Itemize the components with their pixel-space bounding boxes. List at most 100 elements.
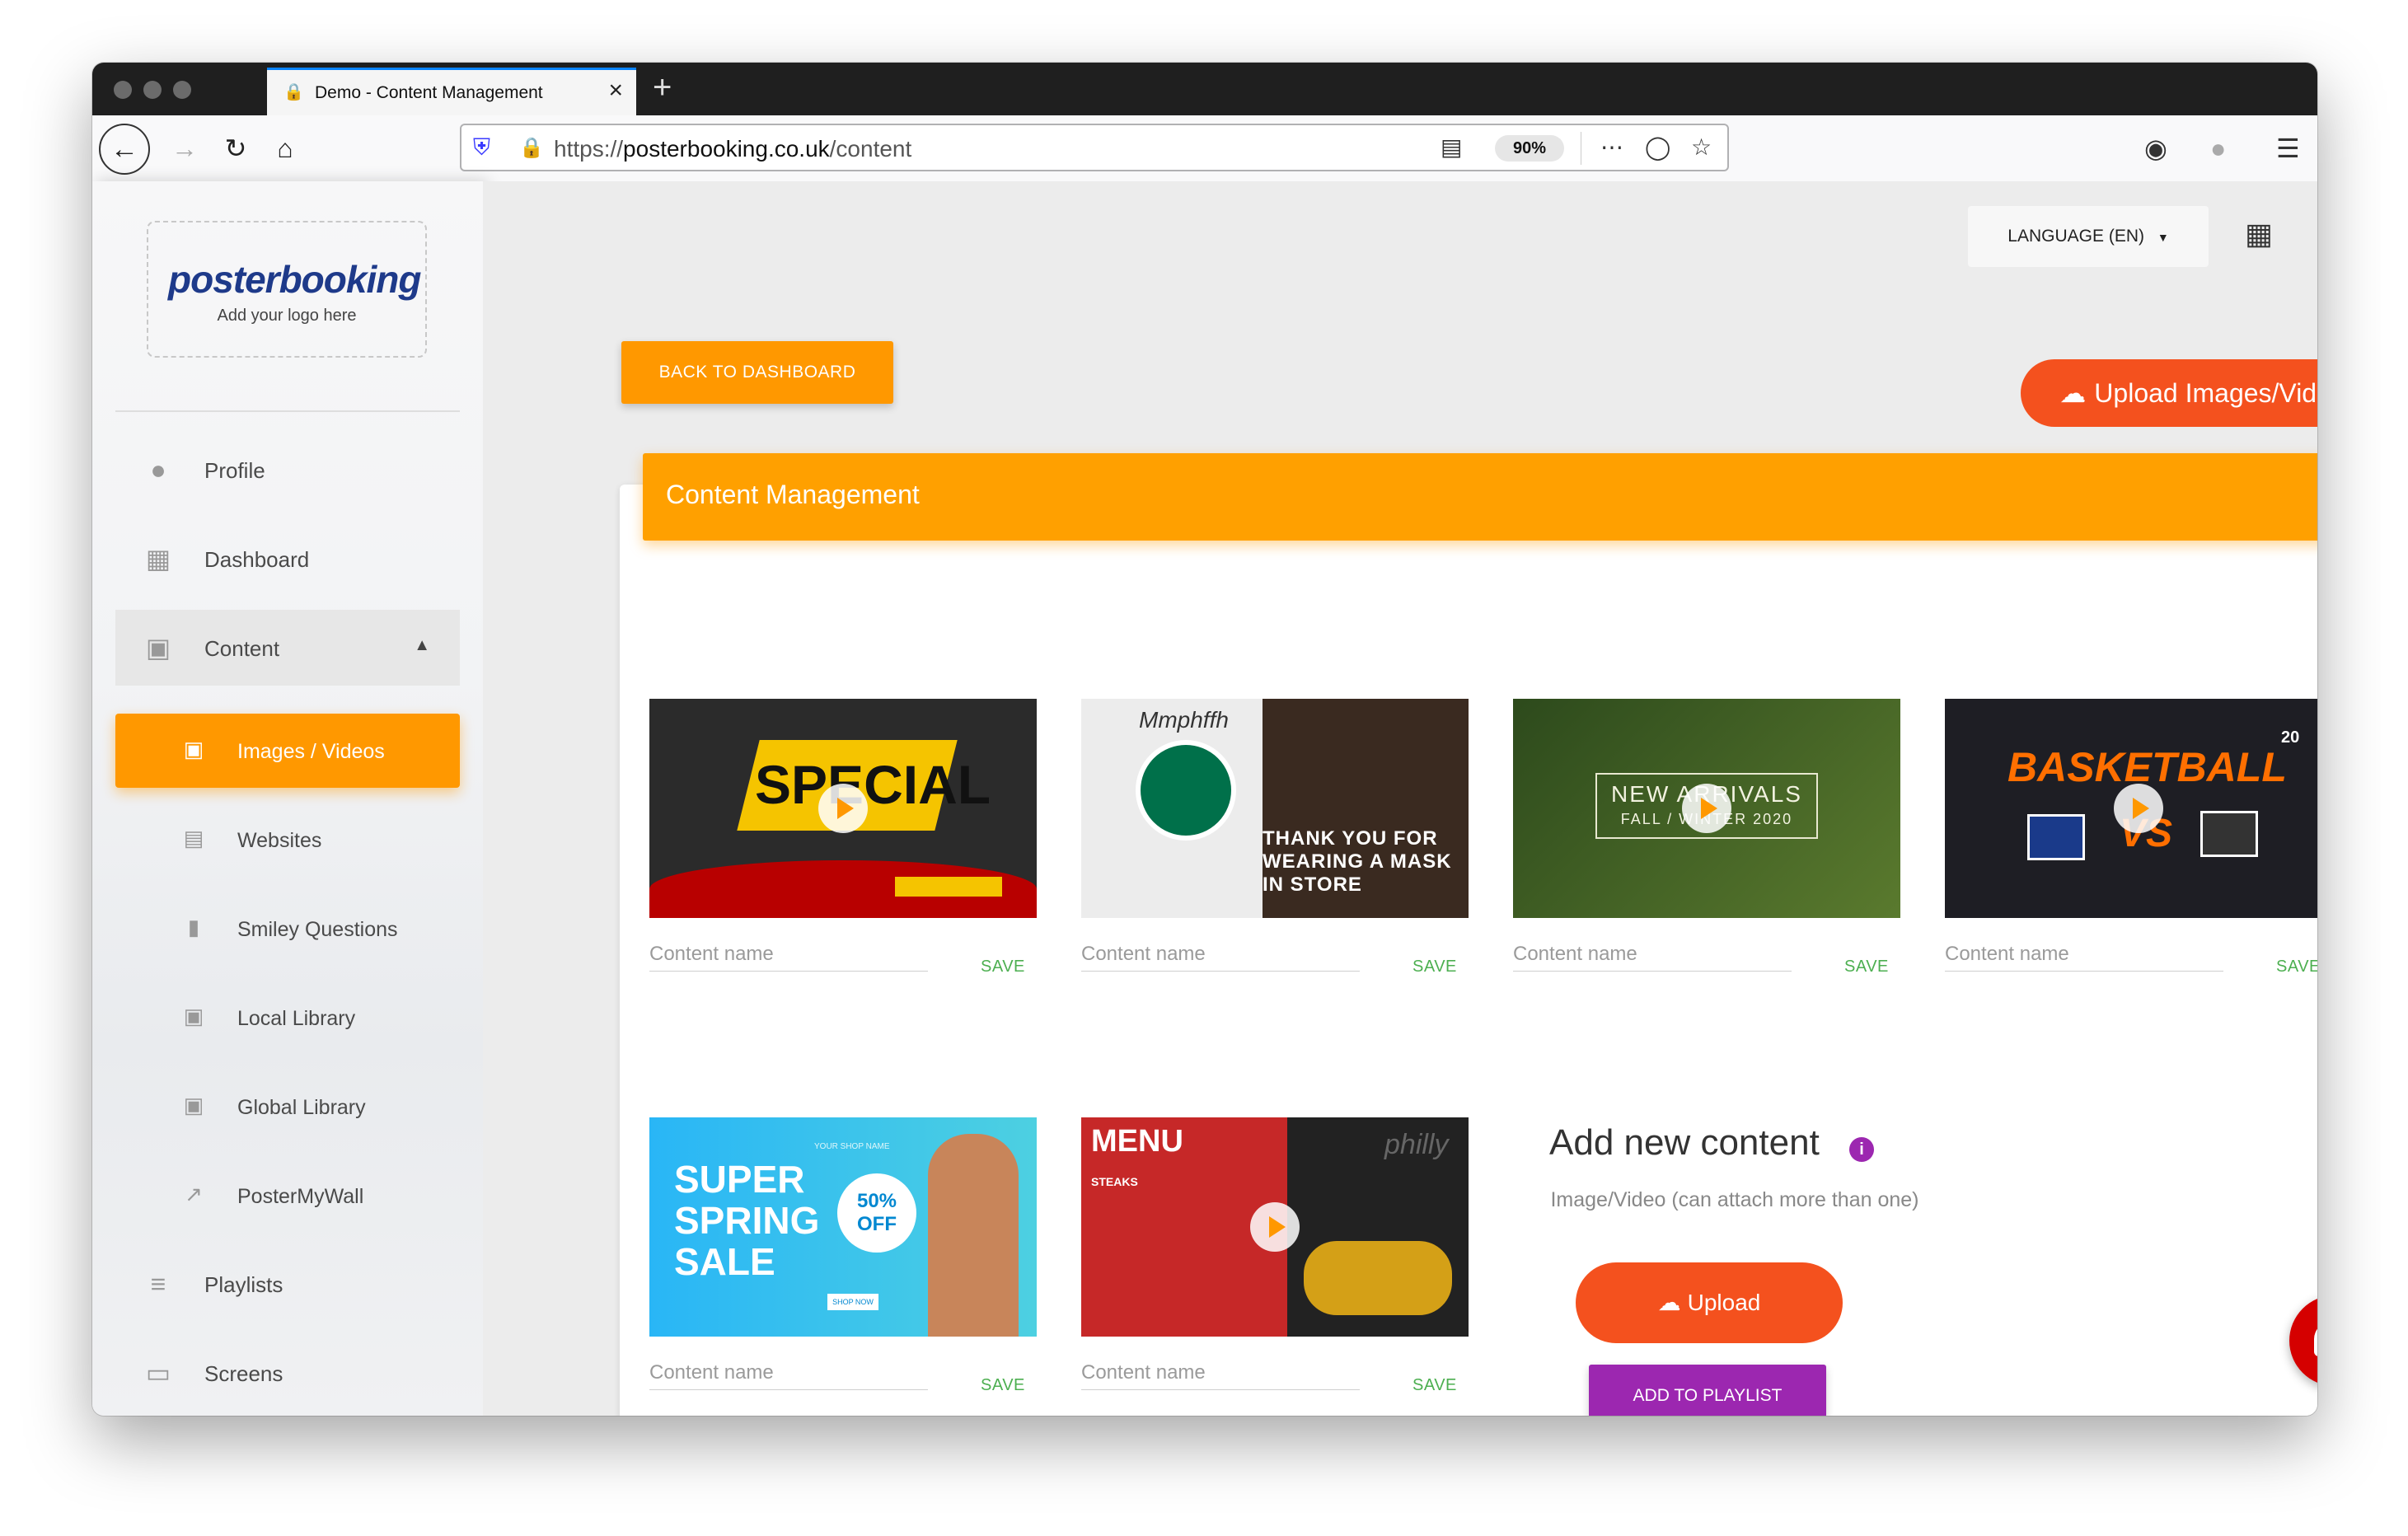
sidebar-item-label: Websites <box>237 829 322 852</box>
sidebar-item-playlists[interactable]: ≡ Playlists <box>115 1246 460 1322</box>
thumb-text: 20 <box>2281 728 2300 747</box>
play-icon[interactable] <box>1250 1202 1300 1252</box>
thumb-text: THANK YOU FOR WEARING A MASK IN STORE <box>1263 827 1452 896</box>
content-name-input[interactable] <box>1945 938 2223 972</box>
zoom-level[interactable]: 90% <box>1495 135 1564 162</box>
save-button[interactable]: SAVE <box>981 958 1025 976</box>
upload-label: Upload <box>1687 1290 1761 1315</box>
home-button[interactable]: ⌂ <box>267 130 303 166</box>
sidebar-item-websites[interactable]: ▤ Websites <box>115 803 460 877</box>
more-icon[interactable]: ⋯ <box>1600 135 1623 160</box>
sidebar-item-label: Smiley Questions <box>237 918 398 941</box>
sidebar-item-label: Screens <box>204 1361 283 1386</box>
back-to-dashboard-button[interactable]: BACK TO DASHBOARD <box>621 341 893 404</box>
play-icon[interactable] <box>818 784 868 833</box>
lock-icon[interactable]: 🔒 <box>519 137 544 160</box>
content-name-input[interactable] <box>1081 1356 1360 1390</box>
save-button[interactable]: SAVE <box>1844 958 1889 976</box>
arrow-right-icon: → <box>171 133 198 163</box>
maximize-window-button[interactable] <box>173 81 191 99</box>
content-thumbnail-new-arrivals[interactable]: NEW ARRIVALS FALL / WINTER 2020 <box>1513 699 1900 918</box>
content-name-input[interactable] <box>1513 938 1792 972</box>
thumb-text: SPECIAL <box>755 754 991 815</box>
forward-button[interactable]: → <box>166 130 203 166</box>
image-icon: ▣ <box>183 737 204 761</box>
close-window-button[interactable] <box>114 81 132 99</box>
home-icon: ⌂ <box>277 133 293 163</box>
sidebar-item-screens[interactable]: ▭ Screens <box>115 1335 460 1411</box>
sidebar-item-label: Images / Videos <box>237 740 385 763</box>
save-button[interactable]: SAVE <box>981 1376 1025 1395</box>
dashboard-icon: ▦ <box>145 544 171 574</box>
add-to-playlist-button[interactable]: ADD TO PLAYLIST <box>1589 1365 1826 1416</box>
logo-subtitle: Add your logo here <box>217 307 357 325</box>
content-thumbnail-special[interactable]: SPECIAL <box>649 699 1037 918</box>
apps-grid-icon[interactable]: ▦ <box>2245 218 2273 251</box>
main-content: LANGUAGE (EN) ▼ ▦ ● BACK TO DASHBOARD ☁U… <box>483 181 2317 1416</box>
content-name-input[interactable] <box>649 1356 928 1390</box>
tab-bar: 🔒 Demo - Content Management × + <box>92 63 2317 115</box>
sidebar-item-profile[interactable]: ● Profile <box>115 432 460 508</box>
content-thumbnail-spring-sale[interactable]: YOUR SHOP NAME SUPER SPRING SALE 50% OFF… <box>649 1117 1037 1337</box>
content-thumbnail-starbucks[interactable]: Mmphffh THANK YOU FOR WEARING A MASK IN … <box>1081 699 1469 918</box>
web-icon: ▤ <box>183 826 204 850</box>
account-icon[interactable]: ◉ <box>2144 132 2167 165</box>
thumb-text: SHOP NOW <box>827 1294 878 1310</box>
upload-images-video-button[interactable]: ☁Upload Images/Video <box>2021 359 2317 427</box>
lock-icon: 🔒 <box>283 83 304 101</box>
thumb-shape <box>2200 811 2258 857</box>
thumb-text: Mmphffh <box>1139 707 1229 733</box>
sidebar-item-smiley-questions[interactable]: ▮ Smiley Questions <box>115 892 460 966</box>
url-text[interactable]: https://posterbooking.co.uk/content <box>554 137 911 162</box>
language-dropdown[interactable]: LANGUAGE (EN) ▼ <box>1968 206 2209 267</box>
reload-button[interactable]: ↻ <box>218 130 254 166</box>
browser-window: 🔒 Demo - Content Management × + ← → ↻ ⌂ … <box>92 63 2317 1416</box>
url-bar[interactable]: ⛨ 🔒 https://posterbooking.co.uk/content … <box>460 124 1729 171</box>
content-thumbnail-menu[interactable]: MENU STEAKS philly <box>1081 1117 1469 1337</box>
add-content-title: Add new content <box>1549 1122 1820 1163</box>
sidebar-item-global-library[interactable]: ▣ Global Library <box>115 1070 460 1144</box>
info-icon[interactable]: i <box>1849 1137 1874 1162</box>
close-icon[interactable]: × <box>608 78 623 103</box>
browser-tab[interactable]: 🔒 Demo - Content Management × <box>267 68 636 115</box>
reader-view-icon[interactable]: ▤ <box>1441 135 1462 160</box>
pocket-icon[interactable]: ◯ <box>1645 135 1670 160</box>
sidebar-item-dashboard[interactable]: ▦ Dashboard <box>115 521 460 597</box>
menu-icon[interactable]: ☰ <box>2276 132 2300 165</box>
save-button[interactable]: SAVE <box>1412 958 1457 976</box>
content-name-input[interactable] <box>1081 938 1360 972</box>
save-button[interactable]: SAVE <box>2276 958 2317 976</box>
shield-icon[interactable]: ⛨ <box>473 135 490 160</box>
extension-icon[interactable]: ● <box>2210 132 2226 165</box>
sidebar-divider <box>115 410 460 412</box>
sidebar-item-local-library[interactable]: ▣ Local Library <box>115 981 460 1055</box>
sidebar-item-postermywall[interactable]: ↗ PosterMyWall <box>115 1159 460 1233</box>
chat-icon: ▮ <box>187 915 200 939</box>
url-host: posterbooking.co.uk <box>623 136 830 162</box>
sidebar-item-images-videos[interactable]: ▣ Images / Videos <box>115 714 460 788</box>
new-tab-button[interactable]: + <box>653 71 672 104</box>
cloud-upload-icon: ☁ <box>2059 378 2087 408</box>
back-button[interactable]: ← <box>99 124 150 175</box>
person-icon: ● <box>150 455 166 485</box>
play-icon[interactable] <box>1682 784 1731 833</box>
minimize-window-button[interactable] <box>143 81 162 99</box>
discount-badge: 50% OFF <box>837 1173 916 1253</box>
cloud-upload-icon: ☁ <box>1657 1290 1681 1315</box>
upload-button[interactable]: ☁ Upload <box>1576 1262 1843 1343</box>
content-name-input[interactable] <box>649 938 928 972</box>
sidebar-item-label: Local Library <box>237 1007 356 1030</box>
thumb-text: BASKETBALL <box>2007 744 2287 790</box>
reload-icon: ↻ <box>224 133 247 163</box>
content-thumbnail-basketball[interactable]: BASKETBALL VS 20 <box>1945 699 2317 918</box>
thumb-shape <box>2027 814 2085 860</box>
logo-placeholder[interactable]: posterbooking Add your logo here <box>147 221 427 358</box>
thumb-text: philly <box>1384 1129 1449 1160</box>
language-label: LANGUAGE (EN) <box>2007 227 2144 246</box>
thumb-text: YOUR SHOP NAME <box>814 1142 890 1151</box>
image-icon: ▣ <box>183 1093 204 1117</box>
sidebar-item-content[interactable]: ▣ Content ▲ <box>115 610 460 686</box>
save-button[interactable]: SAVE <box>1412 1376 1457 1395</box>
play-icon[interactable] <box>2114 784 2163 833</box>
star-icon[interactable]: ☆ <box>1691 135 1712 160</box>
